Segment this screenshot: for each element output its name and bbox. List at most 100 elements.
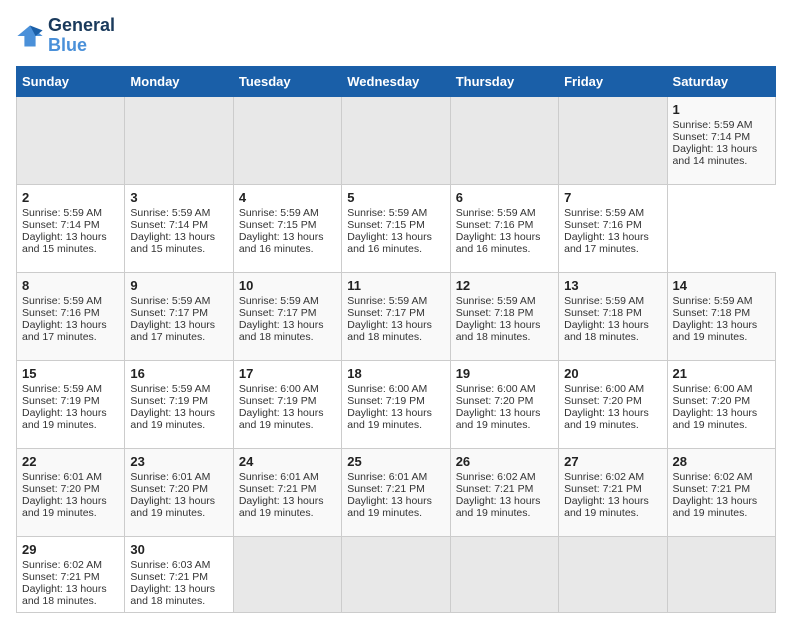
day-number: 19 [456,366,553,381]
calendar-cell-day-4: 4 Sunrise: 5:59 AM Sunset: 7:15 PM Dayli… [233,184,341,272]
sunset-label: Sunset: 7:15 PM [347,219,425,231]
daylight-label: Daylight: 13 hours and 18 minutes. [456,319,541,343]
day-number: 8 [22,278,119,293]
calendar-cell-day-20: 20 Sunrise: 6:00 AM Sunset: 7:20 PM Dayl… [559,360,667,448]
calendar-week-6: 29 Sunrise: 6:02 AM Sunset: 7:21 PM Dayl… [17,536,776,612]
logo-icon [16,22,44,50]
sunrise-label: Sunrise: 6:02 AM [673,471,753,483]
sunrise-label: Sunrise: 5:59 AM [456,295,536,307]
sunrise-label: Sunrise: 6:01 AM [22,471,102,483]
day-number: 9 [130,278,227,293]
sunset-label: Sunset: 7:20 PM [456,395,534,407]
calendar-cell-empty [342,536,450,612]
sunrise-label: Sunrise: 5:59 AM [239,295,319,307]
sunrise-label: Sunrise: 6:01 AM [239,471,319,483]
sunset-label: Sunset: 7:21 PM [22,571,100,583]
daylight-label: Daylight: 13 hours and 17 minutes. [22,319,107,343]
header-thursday: Thursday [450,66,558,96]
calendar-cell-day-16: 16 Sunrise: 5:59 AM Sunset: 7:19 PM Dayl… [125,360,233,448]
calendar-cell-day-29: 29 Sunrise: 6:02 AM Sunset: 7:21 PM Dayl… [17,536,125,612]
header-sunday: Sunday [17,66,125,96]
calendar-week-1: 1 Sunrise: 5:59 AM Sunset: 7:14 PM Dayli… [17,96,776,184]
daylight-label: Daylight: 13 hours and 19 minutes. [564,495,649,519]
day-number: 10 [239,278,336,293]
sunset-label: Sunset: 7:21 PM [239,483,317,495]
daylight-label: Daylight: 13 hours and 18 minutes. [130,583,215,607]
daylight-label: Daylight: 13 hours and 18 minutes. [347,319,432,343]
sunrise-label: Sunrise: 5:59 AM [564,207,644,219]
daylight-label: Daylight: 13 hours and 16 minutes. [347,231,432,255]
sunset-label: Sunset: 7:15 PM [239,219,317,231]
calendar-cell-empty [667,536,775,612]
sunrise-label: Sunrise: 5:59 AM [130,295,210,307]
sunrise-label: Sunrise: 6:00 AM [456,383,536,395]
sunset-label: Sunset: 7:21 PM [673,483,751,495]
daylight-label: Daylight: 13 hours and 19 minutes. [673,407,758,431]
day-number: 17 [239,366,336,381]
sunset-label: Sunset: 7:20 PM [22,483,100,495]
sunrise-label: Sunrise: 5:59 AM [347,207,427,219]
calendar-cell-day-13: 13 Sunrise: 5:59 AM Sunset: 7:18 PM Dayl… [559,272,667,360]
day-number: 28 [673,454,770,469]
daylight-label: Daylight: 13 hours and 17 minutes. [564,231,649,255]
sunrise-label: Sunrise: 5:59 AM [673,119,753,131]
day-number: 13 [564,278,661,293]
calendar-cell-day-10: 10 Sunrise: 5:59 AM Sunset: 7:17 PM Dayl… [233,272,341,360]
day-number: 2 [22,190,119,205]
header-monday: Monday [125,66,233,96]
day-number: 30 [130,542,227,557]
daylight-label: Daylight: 13 hours and 16 minutes. [456,231,541,255]
calendar-cell-day-26: 26 Sunrise: 6:02 AM Sunset: 7:21 PM Dayl… [450,448,558,536]
day-number: 24 [239,454,336,469]
calendar-cell-empty [125,96,233,184]
calendar-cell-day-14: 14 Sunrise: 5:59 AM Sunset: 7:18 PM Dayl… [667,272,775,360]
daylight-label: Daylight: 13 hours and 19 minutes. [130,407,215,431]
day-number: 11 [347,278,444,293]
sunset-label: Sunset: 7:21 PM [130,571,208,583]
logo-text: GeneralBlue [48,16,115,56]
sunset-label: Sunset: 7:18 PM [673,307,751,319]
daylight-label: Daylight: 13 hours and 19 minutes. [239,495,324,519]
daylight-label: Daylight: 13 hours and 15 minutes. [130,231,215,255]
day-number: 1 [673,102,770,117]
calendar-cell-day-28: 28 Sunrise: 6:02 AM Sunset: 7:21 PM Dayl… [667,448,775,536]
sunset-label: Sunset: 7:14 PM [130,219,208,231]
calendar-cell-empty [233,96,341,184]
page-header: GeneralBlue [16,16,776,56]
daylight-label: Daylight: 13 hours and 18 minutes. [22,583,107,607]
calendar-cell-empty [559,536,667,612]
calendar-cell-day-21: 21 Sunrise: 6:00 AM Sunset: 7:20 PM Dayl… [667,360,775,448]
sunset-label: Sunset: 7:14 PM [22,219,100,231]
calendar-cell-day-30: 30 Sunrise: 6:03 AM Sunset: 7:21 PM Dayl… [125,536,233,612]
sunset-label: Sunset: 7:17 PM [130,307,208,319]
sunset-label: Sunset: 7:21 PM [564,483,642,495]
calendar-cell-day-19: 19 Sunrise: 6:00 AM Sunset: 7:20 PM Dayl… [450,360,558,448]
calendar-cell-day-18: 18 Sunrise: 6:00 AM Sunset: 7:19 PM Dayl… [342,360,450,448]
sunrise-label: Sunrise: 5:59 AM [239,207,319,219]
daylight-label: Daylight: 13 hours and 19 minutes. [22,495,107,519]
daylight-label: Daylight: 13 hours and 18 minutes. [239,319,324,343]
sunset-label: Sunset: 7:18 PM [564,307,642,319]
day-number: 12 [456,278,553,293]
sunset-label: Sunset: 7:18 PM [456,307,534,319]
sunset-label: Sunset: 7:21 PM [456,483,534,495]
calendar-cell-day-23: 23 Sunrise: 6:01 AM Sunset: 7:20 PM Dayl… [125,448,233,536]
sunrise-label: Sunrise: 6:01 AM [130,471,210,483]
day-number: 23 [130,454,227,469]
daylight-label: Daylight: 13 hours and 15 minutes. [22,231,107,255]
daylight-label: Daylight: 13 hours and 18 minutes. [564,319,649,343]
day-number: 22 [22,454,119,469]
calendar-week-3: 8 Sunrise: 5:59 AM Sunset: 7:16 PM Dayli… [17,272,776,360]
sunset-label: Sunset: 7:14 PM [673,131,751,143]
header-tuesday: Tuesday [233,66,341,96]
calendar-body: 1 Sunrise: 5:59 AM Sunset: 7:14 PM Dayli… [17,96,776,612]
calendar-cell-empty [450,536,558,612]
daylight-label: Daylight: 13 hours and 19 minutes. [673,319,758,343]
sunrise-label: Sunrise: 6:00 AM [347,383,427,395]
sunset-label: Sunset: 7:19 PM [347,395,425,407]
sunrise-label: Sunrise: 6:01 AM [347,471,427,483]
daylight-label: Daylight: 13 hours and 19 minutes. [347,407,432,431]
sunset-label: Sunset: 7:21 PM [347,483,425,495]
sunrise-label: Sunrise: 6:02 AM [22,559,102,571]
calendar-cell-empty [17,96,125,184]
